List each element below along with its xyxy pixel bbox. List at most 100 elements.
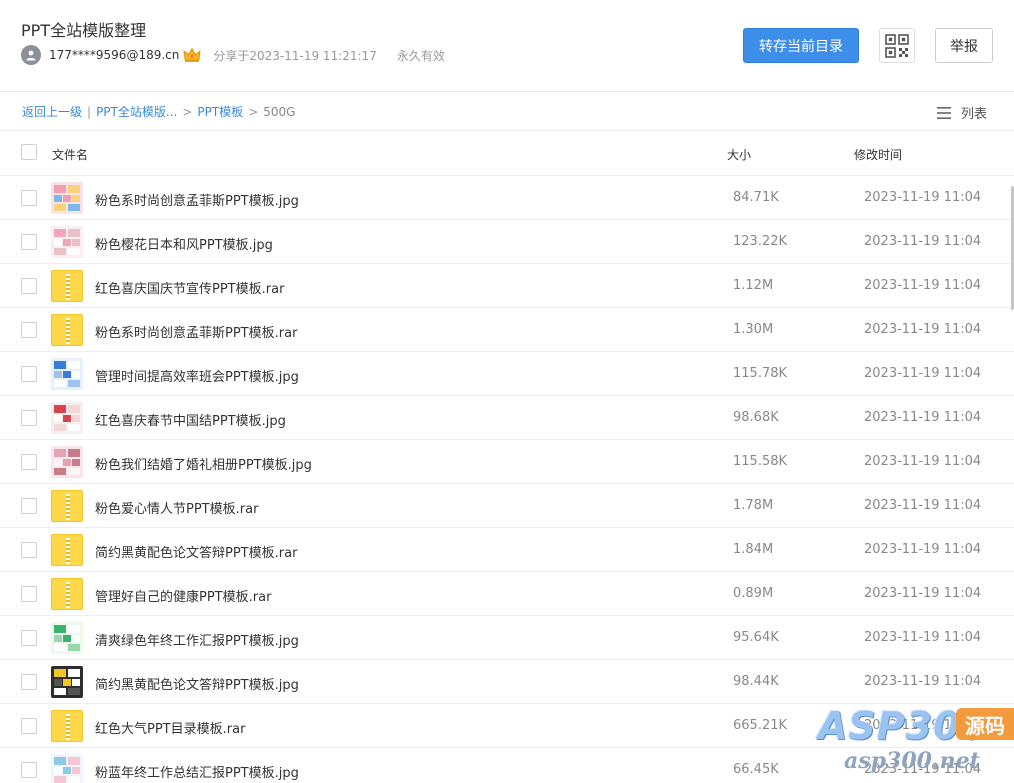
image-thumbnail-icon[interactable]	[51, 754, 83, 783]
image-thumbnail-icon[interactable]	[51, 182, 83, 214]
file-modified-time: 2023-11-19 11:04	[864, 234, 982, 249]
file-row[interactable]: 清爽绿色年终工作汇报PPT模板.jpg 95.64K 2023-11-19 11:0…	[0, 616, 1014, 660]
file-checkbox[interactable]	[21, 454, 37, 470]
share-time: 分享于2023-11-19 11:21:17	[213, 48, 377, 63]
sharer-name[interactable]: 177****9596@189.cn	[49, 48, 179, 62]
archive-file-icon[interactable]	[51, 314, 83, 346]
file-size: 1.30M	[733, 322, 774, 337]
column-time-header[interactable]: 修改时间	[854, 146, 902, 163]
file-row[interactable]: 红色喜庆春节中国结PPT模板.jpg 98.68K 2023-11-19 11:04	[0, 396, 1014, 440]
breadcrumb-item-ppt[interactable]: PPT模板	[197, 103, 243, 120]
file-size: 0.89M	[733, 586, 774, 601]
select-all-checkbox[interactable]	[21, 144, 37, 160]
file-row[interactable]: 简约黑黄配色论文答辩PPT模板.jpg 98.44K 2023-11-19 11:0…	[0, 660, 1014, 704]
breadcrumb-bar: 返回上一级 | PPT全站模版... > PPT模板 > 500G 列表	[0, 93, 1014, 131]
file-modified-time: 2023-11-19 11:04	[864, 630, 982, 645]
file-name[interactable]: 红色喜庆春节中国结PPT模板.jpg	[95, 410, 286, 429]
file-modified-time: 2023-11-19 11:04	[864, 190, 982, 205]
file-name[interactable]: 粉色樱花日本和风PPT模板.jpg	[95, 234, 273, 253]
file-checkbox[interactable]	[21, 190, 37, 206]
share-header: PPT全站模版整理 177****9596@189.cn 分享于2023-11-…	[0, 0, 1014, 92]
file-size: 115.58K	[733, 454, 788, 469]
file-checkbox[interactable]	[21, 762, 37, 778]
file-checkbox[interactable]	[21, 542, 37, 558]
vip-crown-icon	[183, 47, 201, 63]
file-modified-time: 2023-11-19 11:04	[864, 410, 982, 425]
file-row[interactable]: 简约黑黄配色论文答辩PPT模板.rar 1.84M 2023-11-19 11:04	[0, 528, 1014, 572]
file-row[interactable]: 管理时间提高效率班会PPT模板.jpg 115.78K 2023-11-19 11:…	[0, 352, 1014, 396]
file-checkbox[interactable]	[21, 718, 37, 734]
file-row[interactable]: 粉色系时尚创意孟菲斯PPT模板.rar 1.30M 2023-11-19 11:04	[0, 308, 1014, 352]
share-page: PPT全站模版整理 177****9596@189.cn 分享于2023-11-…	[0, 0, 1014, 783]
asp300-watermark-logo: ASP300 源码 asp300.net	[818, 702, 1014, 783]
file-size: 95.64K	[733, 630, 779, 645]
file-checkbox[interactable]	[21, 322, 37, 338]
file-name[interactable]: 红色喜庆国庆节宣传PPT模板.rar	[95, 278, 284, 297]
file-name[interactable]: 清爽绿色年终工作汇报PPT模板.jpg	[95, 630, 299, 649]
archive-file-icon[interactable]	[51, 270, 83, 302]
file-size: 98.68K	[733, 410, 779, 425]
watermark-badge: 源码	[956, 708, 1014, 740]
file-name[interactable]: 管理好自己的健康PPT模板.rar	[95, 586, 271, 605]
file-row[interactable]: 管理好自己的健康PPT模板.rar 0.89M 2023-11-19 11:04	[0, 572, 1014, 616]
file-modified-time: 2023-11-19 11:04	[864, 454, 982, 469]
file-modified-time: 2023-11-19 11:04	[864, 366, 982, 381]
file-name[interactable]: 粉蓝年终工作总结汇报PPT模板.jpg	[95, 762, 299, 781]
archive-file-icon[interactable]	[51, 534, 83, 566]
file-modified-time: 2023-11-19 11:04	[864, 586, 982, 601]
file-row[interactable]: 粉色系时尚创意孟菲斯PPT模板.jpg 84.71K 2023-11-19 11:0…	[0, 176, 1014, 220]
file-size: 115.78K	[733, 366, 788, 381]
file-name[interactable]: 粉色我们结婚了婚礼相册PPT模板.jpg	[95, 454, 312, 473]
file-modified-time: 2023-11-19 11:04	[864, 498, 982, 513]
file-name[interactable]: 粉色系时尚创意孟菲斯PPT模板.rar	[95, 322, 297, 341]
file-checkbox[interactable]	[21, 586, 37, 602]
file-size: 66.45K	[733, 762, 779, 777]
archive-file-icon[interactable]	[51, 710, 83, 742]
image-thumbnail-icon[interactable]	[51, 622, 83, 654]
validity-text: 永久有效	[396, 48, 445, 63]
file-name[interactable]: 粉色系时尚创意孟菲斯PPT模板.jpg	[95, 190, 299, 209]
archive-file-icon[interactable]	[51, 578, 83, 610]
image-thumbnail-icon[interactable]	[51, 446, 83, 478]
breadcrumb-current: 500G	[263, 104, 296, 119]
breadcrumb: 返回上一级 | PPT全站模版... > PPT模板 > 500G	[22, 103, 295, 120]
file-name[interactable]: 粉色爱心情人节PPT模板.rar	[95, 498, 258, 517]
file-list-header: 文件名 大小 修改时间	[0, 132, 1014, 176]
file-name[interactable]: 简约黑黄配色论文答辩PPT模板.rar	[95, 542, 297, 561]
view-mode-toggle[interactable]: 列表	[937, 103, 987, 122]
file-checkbox[interactable]	[21, 278, 37, 294]
watermark-url: asp300.net	[844, 748, 980, 774]
user-avatar-icon	[21, 45, 41, 65]
report-button[interactable]: 举报	[935, 28, 993, 63]
file-checkbox[interactable]	[21, 234, 37, 250]
file-row[interactable]: 红色喜庆国庆节宣传PPT模板.rar 1.12M 2023-11-19 11:04	[0, 264, 1014, 308]
image-thumbnail-icon[interactable]	[51, 226, 83, 258]
column-size-header[interactable]: 大小	[727, 146, 751, 163]
file-size: 1.78M	[733, 498, 774, 513]
file-modified-time: 2023-11-19 11:04	[864, 674, 982, 689]
image-thumbnail-icon[interactable]	[51, 666, 83, 698]
qrcode-button[interactable]	[879, 28, 915, 63]
file-checkbox[interactable]	[21, 630, 37, 646]
breadcrumb-back-link[interactable]: 返回上一级	[22, 103, 82, 120]
file-name[interactable]: 红色大气PPT目录模板.rar	[95, 718, 245, 737]
file-checkbox[interactable]	[21, 498, 37, 514]
file-checkbox[interactable]	[21, 674, 37, 690]
file-row[interactable]: 粉色樱花日本和风PPT模板.jpg 123.22K 2023-11-19 11:04	[0, 220, 1014, 264]
file-name[interactable]: 管理时间提高效率班会PPT模板.jpg	[95, 366, 299, 385]
file-name[interactable]: 简约黑黄配色论文答辩PPT模板.jpg	[95, 674, 299, 693]
list-view-icon	[937, 106, 951, 119]
file-size: 1.12M	[733, 278, 774, 293]
column-name-header[interactable]: 文件名	[52, 146, 88, 163]
file-checkbox[interactable]	[21, 410, 37, 426]
file-checkbox[interactable]	[21, 366, 37, 382]
archive-file-icon[interactable]	[51, 490, 83, 522]
save-to-directory-button[interactable]: 转存当前目录	[743, 28, 859, 63]
breadcrumb-item-root[interactable]: PPT全站模版...	[96, 103, 177, 120]
image-thumbnail-icon[interactable]	[51, 358, 83, 390]
image-thumbnail-icon[interactable]	[51, 402, 83, 434]
file-row[interactable]: 粉色爱心情人节PPT模板.rar 1.78M 2023-11-19 11:04	[0, 484, 1014, 528]
file-row[interactable]: 粉色我们结婚了婚礼相册PPT模板.jpg 115.58K 2023-11-19 11…	[0, 440, 1014, 484]
share-meta: 177****9596@189.cn 分享于2023-11-19 11:21:1…	[21, 45, 445, 65]
file-size: 665.21K	[733, 718, 788, 733]
